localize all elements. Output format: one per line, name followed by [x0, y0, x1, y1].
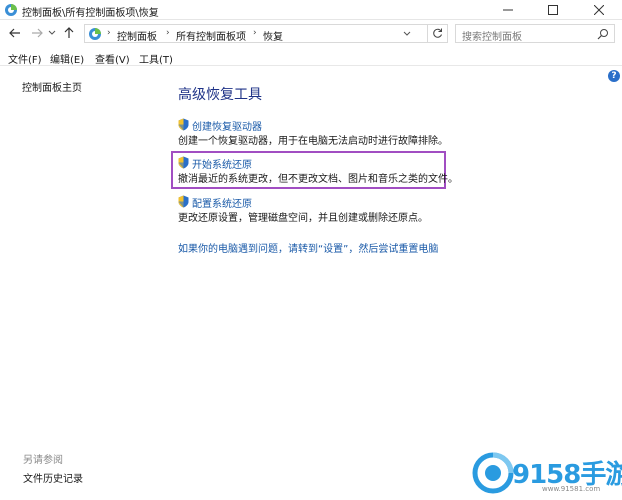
- uac-shield-icon: [178, 118, 189, 131]
- minimize-icon: [503, 9, 513, 11]
- start-system-restore-description: 撤消最近的系统更改，但不更改文档、图片和音乐之类的文件。: [178, 174, 458, 185]
- chevron-down-icon: [403, 31, 411, 36]
- close-icon: [594, 5, 604, 15]
- start-system-restore-link[interactable]: 开始系统还原: [192, 156, 252, 171]
- recent-locations-button[interactable]: [47, 24, 57, 42]
- arrow-left-icon: [9, 28, 20, 38]
- close-button[interactable]: [576, 0, 622, 20]
- control-panel-icon: [4, 3, 18, 17]
- breadcrumb-separator: ›: [166, 28, 170, 38]
- menu-tools[interactable]: 工具(T): [139, 51, 173, 66]
- breadcrumb-separator: ›: [253, 28, 257, 38]
- help-button[interactable]: ?: [608, 70, 620, 82]
- file-history-link[interactable]: 文件历史记录: [23, 470, 83, 485]
- forward-button[interactable]: [28, 24, 46, 42]
- watermark-logo-icon: [472, 452, 514, 494]
- search-icon[interactable]: [597, 28, 609, 40]
- up-button[interactable]: [60, 24, 78, 42]
- title-bar: 控制面板\所有控制面板项\恢复: [0, 0, 622, 20]
- control-panel-icon: [88, 27, 102, 41]
- see-also-label: 另请参阅: [23, 455, 63, 466]
- breadcrumb-separator: ›: [107, 28, 111, 38]
- create-recovery-drive-description: 创建一个恢复驱动器，用于在电脑无法启动时进行故障排除。: [178, 136, 448, 147]
- arrow-up-icon: [64, 27, 74, 38]
- address-bar: › 控制面板 › 所有控制面板项 › 恢复 搜索控制面板: [0, 20, 622, 46]
- menu-file[interactable]: 文件(F): [8, 51, 42, 66]
- configure-system-restore-description: 更改还原设置，管理磁盘空间，并且创建或删除还原点。: [178, 213, 428, 224]
- address-field[interactable]: › 控制面板 › 所有控制面板项 › 恢复: [84, 24, 428, 43]
- refresh-button[interactable]: [428, 24, 448, 43]
- search-placeholder: 搜索控制面板: [462, 32, 522, 43]
- uac-shield-icon: [178, 195, 189, 208]
- menu-view[interactable]: 查看(V): [95, 51, 130, 66]
- menu-bar: 文件(F) 编辑(E) 查看(V) 工具(T): [0, 48, 622, 66]
- menu-edit[interactable]: 编辑(E): [50, 51, 84, 66]
- maximize-icon: [548, 5, 558, 15]
- reset-pc-settings-link[interactable]: 如果你的电脑遇到问题，请转到“设置”，然后尝试重置电脑: [178, 240, 438, 255]
- control-panel-home-link[interactable]: 控制面板主页: [22, 79, 82, 94]
- arrow-right-icon: [32, 28, 43, 38]
- refresh-icon: [433, 28, 442, 38]
- uac-shield-icon: [178, 156, 189, 169]
- breadcrumb-item[interactable]: 控制面板: [117, 28, 157, 43]
- watermark-url: www.91581.com: [542, 485, 601, 493]
- window-title: 控制面板\所有控制面板项\恢复: [22, 8, 159, 19]
- configure-system-restore-link[interactable]: 配置系统还原: [192, 195, 252, 210]
- minimize-button[interactable]: [485, 0, 531, 20]
- breadcrumb-item[interactable]: 所有控制面板项: [176, 28, 246, 43]
- chevron-down-icon: [48, 30, 56, 35]
- back-button[interactable]: [6, 24, 24, 42]
- maximize-button[interactable]: [530, 0, 576, 20]
- search-input[interactable]: 搜索控制面板: [455, 24, 615, 43]
- address-dropdown-button[interactable]: [402, 28, 412, 40]
- breadcrumb-item[interactable]: 恢复: [263, 28, 283, 43]
- page-title: 高级恢复工具: [178, 87, 262, 103]
- watermark: 9158手游 www.91581.com: [472, 452, 622, 496]
- create-recovery-drive-link[interactable]: 创建恢复驱动器: [192, 118, 262, 133]
